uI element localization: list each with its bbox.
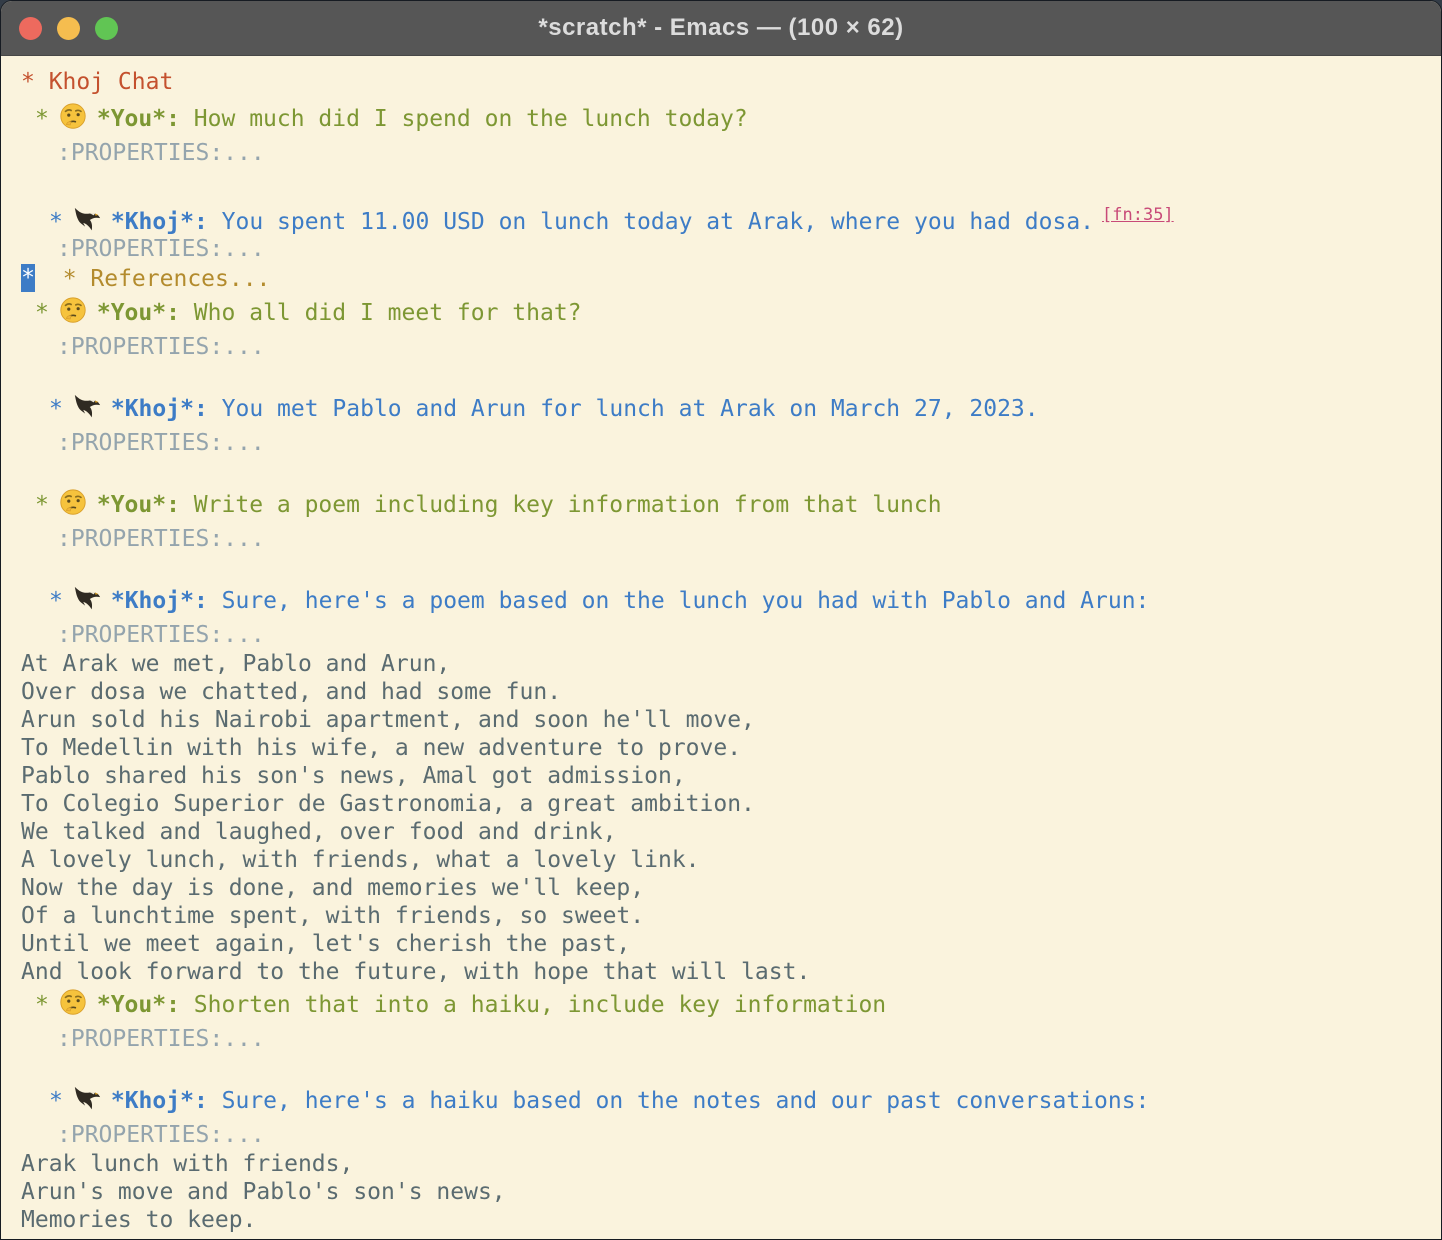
chat-line-you: * *You*: How much did I spend on the lunc…	[21, 100, 1435, 138]
chat-line-you: * *You*: Shorten that into a haiku, inclu…	[21, 986, 1435, 1024]
blank-line	[21, 554, 1435, 582]
message-text: Who all did I meet for that?	[180, 300, 582, 326]
properties-drawer-folded[interactable]: :PROPERTIES:...	[21, 428, 1435, 458]
eagle-emoji	[72, 1084, 102, 1114]
chat-line-khoj: * *Khoj*: Sure, here's a poem based on th…	[21, 582, 1435, 620]
text-cursor: *	[21, 264, 35, 292]
message-text: How much did I spend on the lunch today?	[180, 106, 748, 132]
window-controls	[1, 17, 118, 40]
org-star: *	[49, 1088, 63, 1114]
speaker-you-label: *You*:	[97, 300, 180, 326]
org-star: *	[35, 300, 49, 326]
speaker-khoj-label: *Khoj*:	[111, 588, 208, 614]
body-text-line: To Colegio Superior de Gastronomia, a gr…	[21, 790, 1435, 818]
scratch-buffer[interactable]: * Khoj Chat * *You*: How much did I spend …	[1, 56, 1441, 1240]
org-star: *	[35, 492, 49, 518]
blank-line	[21, 458, 1435, 486]
properties-drawer-folded[interactable]: :PROPERTIES:...	[21, 234, 1435, 264]
speaker-you-label: *You*:	[97, 492, 180, 518]
body-text-line: Of a lunchtime spent, with friends, so s…	[21, 902, 1435, 930]
speaker-you-label: *You*:	[97, 992, 180, 1018]
zoom-button[interactable]	[95, 17, 118, 40]
org-star: *	[49, 209, 63, 235]
message-text: Shorten that into a haiku, include key i…	[180, 992, 886, 1018]
message-text: You met Pablo and Arun for lunch at Arak…	[208, 396, 1039, 422]
emacs-window: *scratch* - Emacs — (100 × 62) * Khoj Ch…	[0, 0, 1442, 1240]
body-text-line: Over dosa we chatted, and had some fun.	[21, 678, 1435, 706]
references-heading-folded[interactable]: * * References...	[21, 264, 1435, 294]
properties-drawer-folded[interactable]: :PROPERTIES:...	[21, 620, 1435, 650]
blank-line	[21, 168, 1435, 196]
body-text-line: A lovely lunch, with friends, what a lov…	[21, 846, 1435, 874]
org-star: *	[35, 106, 49, 132]
thinking-face-emoji	[58, 988, 88, 1018]
body-text-line: We talked and laughed, over food and dri…	[21, 818, 1435, 846]
body-text-line: At Arak we met, Pablo and Arun,	[21, 650, 1435, 678]
body-text-line: Arun sold his Nairobi apartment, and soo…	[21, 706, 1435, 734]
org-star: *	[49, 396, 63, 422]
speaker-you-label: *You*:	[97, 106, 180, 132]
footnote-link[interactable]: [fn:35]	[1102, 205, 1174, 225]
body-text-line: And look forward to the future, with hop…	[21, 958, 1435, 986]
eagle-emoji	[72, 392, 102, 422]
minimize-button[interactable]	[57, 17, 80, 40]
chat-line-khoj: * *Khoj*: You met Pablo and Arun for lunc…	[21, 390, 1435, 428]
chat-line-you: * *You*: Write a poem including key infor…	[21, 486, 1435, 524]
titlebar: *scratch* - Emacs — (100 × 62)	[1, 1, 1441, 56]
properties-drawer-folded[interactable]: :PROPERTIES:...	[21, 1120, 1435, 1150]
properties-drawer-folded[interactable]: :PROPERTIES:...	[21, 332, 1435, 362]
message-text: You spent 11.00 USD on lunch today at Ar…	[208, 209, 1094, 235]
org-star: *	[49, 588, 63, 614]
message-text: Write a poem including key information f…	[180, 492, 942, 518]
body-text-line: To Medellin with his wife, a new adventu…	[21, 734, 1435, 762]
thinking-face-emoji	[58, 102, 88, 132]
body-text-line: Now the day is done, and memories we'll …	[21, 874, 1435, 902]
properties-drawer-folded[interactable]: :PROPERTIES:...	[21, 138, 1435, 168]
body-text-line: Memories to keep.	[21, 1206, 1435, 1234]
thinking-face-emoji	[58, 488, 88, 518]
close-button[interactable]	[19, 17, 42, 40]
references-label: * References...	[35, 266, 270, 292]
blank-line	[21, 1054, 1435, 1082]
org-heading-khoj-chat: * Khoj Chat	[21, 64, 1435, 100]
properties-drawer-folded[interactable]: :PROPERTIES:...	[21, 1024, 1435, 1054]
thinking-face-emoji	[58, 296, 88, 326]
body-text-line: Arak lunch with friends,	[21, 1150, 1435, 1178]
body-text-line: Until we meet again, let's cherish the p…	[21, 930, 1435, 958]
chat-line-khoj: * *Khoj*: Sure, here's a haiku based on t…	[21, 1082, 1435, 1120]
properties-drawer-folded[interactable]: :PROPERTIES:...	[21, 524, 1435, 554]
eagle-emoji	[72, 205, 102, 235]
window-title: *scratch* - Emacs — (100 × 62)	[1, 14, 1441, 42]
chat-line-you: * *You*: Who all did I meet for that?	[21, 294, 1435, 332]
eagle-emoji	[72, 584, 102, 614]
speaker-khoj-label: *Khoj*:	[111, 209, 208, 235]
message-text: Sure, here's a poem based on the lunch y…	[208, 588, 1150, 614]
body-text-line: Arun's move and Pablo's son's news,	[21, 1178, 1435, 1206]
chat-line-khoj: * *Khoj*: You spent 11.00 USD on lunch to…	[21, 196, 1435, 234]
message-text: Sure, here's a haiku based on the notes …	[208, 1088, 1150, 1114]
org-star: *	[35, 992, 49, 1018]
blank-line	[21, 362, 1435, 390]
speaker-khoj-label: *Khoj*:	[111, 396, 208, 422]
speaker-khoj-label: *Khoj*:	[111, 1088, 208, 1114]
body-text-line: Pablo shared his son's news, Amal got ad…	[21, 762, 1435, 790]
